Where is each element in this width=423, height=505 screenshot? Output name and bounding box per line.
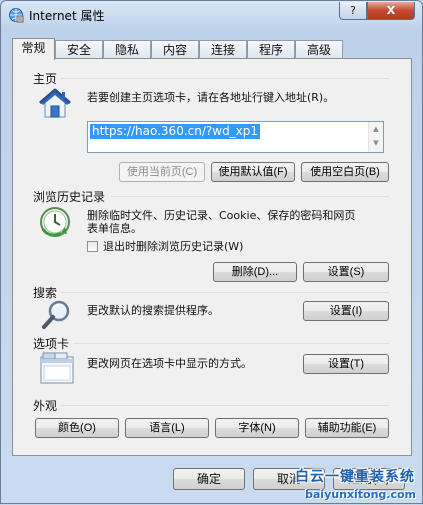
use-default-button[interactable]: 使用默认值(F) (211, 162, 295, 182)
watermark-url: baiyunxitong.com (305, 488, 417, 501)
search-description: 更改默认的搜索提供程序。 (87, 304, 219, 317)
history-description-line2: 表单信息。 (87, 222, 142, 235)
accessibility-button[interactable]: 辅助功能(E) (305, 418, 389, 438)
title-bar: Internet 属性 ? X (1, 1, 422, 29)
ok-button[interactable]: 确定 (173, 468, 245, 490)
delete-on-exit-checkbox[interactable] (87, 241, 98, 252)
fonts-button[interactable]: 字体(N) (215, 418, 299, 438)
tab-content[interactable]: 内容 (151, 40, 199, 59)
tab-security[interactable]: 安全 (55, 40, 103, 59)
close-button[interactable]: X (367, 2, 415, 20)
tab-connections[interactable]: 连接 (199, 40, 247, 59)
general-tab-panel: 主页 若要创建主页选项卡，请在各地址行键入地址(R)。 https://hao.… (12, 58, 412, 456)
tabs-divider (73, 343, 389, 344)
home-group-label: 主页 (33, 72, 58, 86)
history-divider (111, 196, 389, 197)
watermark-logo: 白云一键重装系统 baiyunxitong.com (289, 464, 423, 505)
internet-options-icon (9, 8, 24, 23)
tabs-description: 更改网页在选项卡中显示的方式。 (87, 357, 252, 370)
history-group-label: 浏览历史记录 (33, 190, 106, 204)
tabs-settings-button[interactable]: 设置(T) (303, 354, 389, 374)
tab-strip: 常规 安全 隐私 内容 连接 程序 高级 (12, 38, 412, 60)
languages-button[interactable]: 语言(L) (125, 418, 209, 438)
delete-history-button[interactable]: 删除(D)... (213, 262, 297, 282)
tabbed-window-icon (40, 352, 74, 384)
history-clock-icon (40, 207, 70, 237)
tab-advanced[interactable]: 高级 (295, 40, 343, 59)
window-title: Internet 属性 (29, 9, 105, 23)
home-url-input[interactable]: https://hao.360.cn/?wd_xp1 ▲ ▼ (87, 121, 384, 153)
history-settings-button[interactable]: 设置(S) (303, 262, 389, 282)
tab-programs[interactable]: 程序 (247, 40, 295, 59)
home-divider (61, 78, 389, 79)
help-button[interactable]: ? (339, 2, 367, 20)
home-description: 若要创建主页选项卡，请在各地址行键入地址(R)。 (87, 91, 335, 104)
url-scrollbar[interactable]: ▲ ▼ (368, 122, 383, 152)
house-icon (39, 88, 71, 118)
appearance-divider (61, 405, 389, 406)
tabs-group-label: 选项卡 (33, 337, 70, 351)
delete-on-exit-label[interactable]: 退出时删除浏览历史记录(W) (103, 240, 243, 253)
magnifier-icon (42, 300, 70, 329)
tab-privacy[interactable]: 隐私 (103, 40, 151, 59)
home-url-text: https://hao.360.cn/?wd_xp1 (90, 124, 261, 139)
watermark-title: 白云一键重装系统 (295, 469, 415, 485)
colors-button[interactable]: 颜色(O) (35, 418, 119, 438)
internet-options-window: Internet 属性 ? X 常规 安全 隐私 内容 连接 程序 高级 主页 … (0, 0, 423, 504)
history-description-line1: 删除临时文件、历史记录、Cookie、保存的密码和网页 (87, 209, 356, 222)
search-divider (61, 292, 389, 293)
appearance-group-label: 外观 (33, 399, 58, 413)
use-blank-button[interactable]: 使用空白页(B) (301, 162, 389, 182)
search-settings-button[interactable]: 设置(I) (303, 301, 389, 321)
use-current-button[interactable]: 使用当前页(C) (119, 162, 205, 182)
tab-general[interactable]: 常规 (12, 38, 55, 60)
